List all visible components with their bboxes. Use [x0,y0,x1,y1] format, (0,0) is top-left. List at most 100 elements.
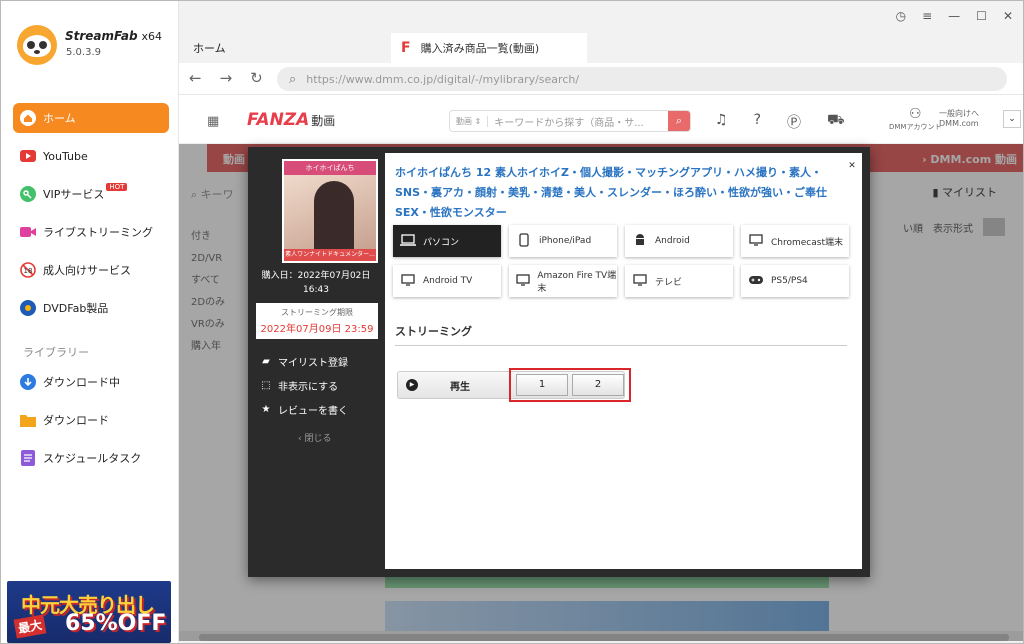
sidebar-item-label: ダウンロード中 [43,376,120,389]
phone-icon [515,232,533,250]
bell-icon[interactable]: ♫ [715,112,728,132]
streaming-deadline: ストリーミング期限 2022年07月09日 23:59 [256,303,378,339]
device-chromecast[interactable]: Chromecast端末 [741,225,849,257]
hide-dashed-icon: ⬚ [261,379,271,391]
play-label: 再生 [450,381,470,393]
sidebar-item-adult[interactable]: 18 成人向けサービス [13,255,169,285]
device-ps5[interactable]: PS5/PS4 [741,265,849,297]
close-link[interactable]: ‹ 閉じる [298,431,331,444]
library-nav: ダウンロード中 ダウンロード スケジュールタスク [13,367,169,481]
device-android-tv[interactable]: Android TV [393,265,501,297]
fanza-tab-icon: F [401,40,411,56]
menu-icon[interactable]: ≡ [922,9,932,23]
write-review-button[interactable]: ★ レビューを書く [258,397,348,421]
youtube-icon [19,147,37,165]
purchase-date: 購入日：2022年07月02日 16:43 [261,271,371,295]
device-android[interactable]: Android [625,225,733,257]
cover-thumbnail[interactable]: ホイホイぱんち 素人ワンナイトドキュメンター... [282,159,378,263]
sidebar-item-downloaded[interactable]: ダウンロード [13,405,169,435]
close-icon[interactable]: ✕ [1003,9,1013,23]
promo-discount: 65%OFF [65,611,167,636]
sidebar-item-dvdfab[interactable]: DVDFab製品 [13,293,169,323]
sidebar-item-label: VIPサービス [43,188,105,201]
hide-button[interactable]: ⬚ 非表示にする [258,373,348,397]
device-label: パソコン [423,237,460,248]
cover-title: ホイホイぱんち [284,161,376,175]
device-label: Android TV [423,276,473,286]
reload-icon[interactable]: ↻ [250,69,263,87]
android-icon [631,233,649,250]
key-icon [19,185,37,203]
grid-menu-icon[interactable]: ▦ [207,114,219,129]
app-version: 5.0.3.9 [66,47,101,58]
device-label: Chromecast端末 [771,237,843,248]
cart-icon[interactable]: ⛟ [827,112,845,132]
account-button[interactable]: ⚇ DMMアカウント [889,106,941,132]
app-window: StreamFabx64 5.0.3.9 ホーム YouTube VIPサービ [0,0,1024,644]
chevron-down-icon[interactable]: ⌄ [1003,110,1021,128]
general-link[interactable]: 一般向けへ DMM.com [939,108,979,128]
tab-home[interactable]: ホーム [193,33,226,63]
clock-icon[interactable]: ◷ [896,9,906,23]
search-input[interactable]: キーワードから探す（商品・サ... [488,114,668,129]
sidebar-item-live[interactable]: ライブストリーミング [13,217,169,247]
play-icon: ▶ [406,379,418,391]
modal-left-panel: ホイホイぱんち 素人ワンナイトドキュメンター... 購入日：2022年07月02… [248,147,384,577]
device-pc[interactable]: パソコン [393,225,501,257]
library-section-label: ライブラリー [23,346,89,359]
sidebar-item-label: ダウンロード [43,414,109,427]
sidebar-item-label: DVDFab製品 [43,302,109,315]
svg-text:18: 18 [24,267,33,275]
url-text: https://www.dmm.co.jp/digital/-/mylibrar… [306,72,580,86]
device-label: Android [655,236,690,246]
minimize-icon[interactable]: — [948,9,960,23]
part-2-button[interactable]: 2 [572,374,624,396]
points-icon[interactable]: Ⓟ [787,112,801,132]
device-tv[interactable]: テレビ [625,265,733,297]
device-label: テレビ [655,277,683,288]
hot-badge: HOT [106,183,128,191]
sidebar-item-schedule[interactable]: スケジュールタスク [13,443,169,473]
search-icon[interactable]: ⌕ [668,111,690,131]
url-field[interactable]: ⌕ https://www.dmm.co.jp/digital/-/mylibr… [277,67,1007,91]
action-label: レビューを書く [278,405,348,417]
forward-arrow-icon[interactable]: → [220,69,233,87]
general-link-line2: DMM.com [939,119,979,128]
maximize-icon[interactable]: ☐ [976,9,987,23]
sidebar-item-home[interactable]: ホーム [13,103,169,133]
help-icon[interactable]: ? [754,112,761,132]
sidebar-item-vip[interactable]: VIPサービス HOT [13,179,169,209]
schedule-list-icon [19,449,37,467]
back-arrow-icon[interactable]: ← [189,69,202,87]
add-mylist-button[interactable]: ▰ マイリスト登録 [258,349,348,373]
part-1-button[interactable]: 1 [516,374,568,396]
streaming-heading: ストリーミング [395,323,847,346]
search-icon: ⌕ [289,71,297,87]
fanza-header: ▦ FANZA 動画 動画 ⇕ キーワードから探す（商品・サ... ⌕ ♫ ? Ⓟ… [179,96,1023,144]
folder-add-icon: ▰ [262,355,270,367]
close-icon[interactable]: ✕ [846,160,858,172]
promo-banner[interactable]: 中元大売り出し 最大 65%OFF [7,581,171,643]
action-label: マイリスト登録 [278,357,348,369]
tab-purchased-videos[interactable]: F 購入済み商品一覧(動画) [391,33,587,63]
monitor-icon [747,233,765,249]
video-title: ホイホイぱんち 12 素人ホイホイZ・個人撮影・マッチングアプリ・ハメ撮り・素人… [395,166,828,219]
account-label: DMMアカウント [889,123,942,131]
modal-right-panel: ホイホイぱんち 12 素人ホイホイZ・個人撮影・マッチングアプリ・ハメ撮り・素人… [385,153,862,569]
search-category-select[interactable]: 動画 ⇕ [450,115,489,127]
fanza-search: 動画 ⇕ キーワードから探す（商品・サ... ⌕ [449,110,691,132]
video-detail-modal: ホイホイぱんち 素人ワンナイトドキュメンター... 購入日：2022年07月02… [248,147,870,577]
sidebar-item-youtube[interactable]: YouTube [13,141,169,171]
device-label: iPhone/iPad [539,236,592,246]
dvdfab-icon [19,299,37,317]
device-fire-tv[interactable]: Amazon Fire TV端末 [509,265,617,297]
sidebar-item-label: ライブストリーミング [43,226,153,239]
device-iphone[interactable]: iPhone/iPad [509,225,617,257]
app-brand: StreamFab x64 [65,29,163,43]
sidebar-item-label: YouTube [43,149,88,163]
sidebar-item-downloading[interactable]: ダウンロード中 [13,367,169,397]
user-icon: ⚇ [908,106,922,122]
home-icon [19,109,37,127]
laptop-icon [399,233,417,249]
fanza-logo[interactable]: FANZA 動画 [247,110,335,130]
